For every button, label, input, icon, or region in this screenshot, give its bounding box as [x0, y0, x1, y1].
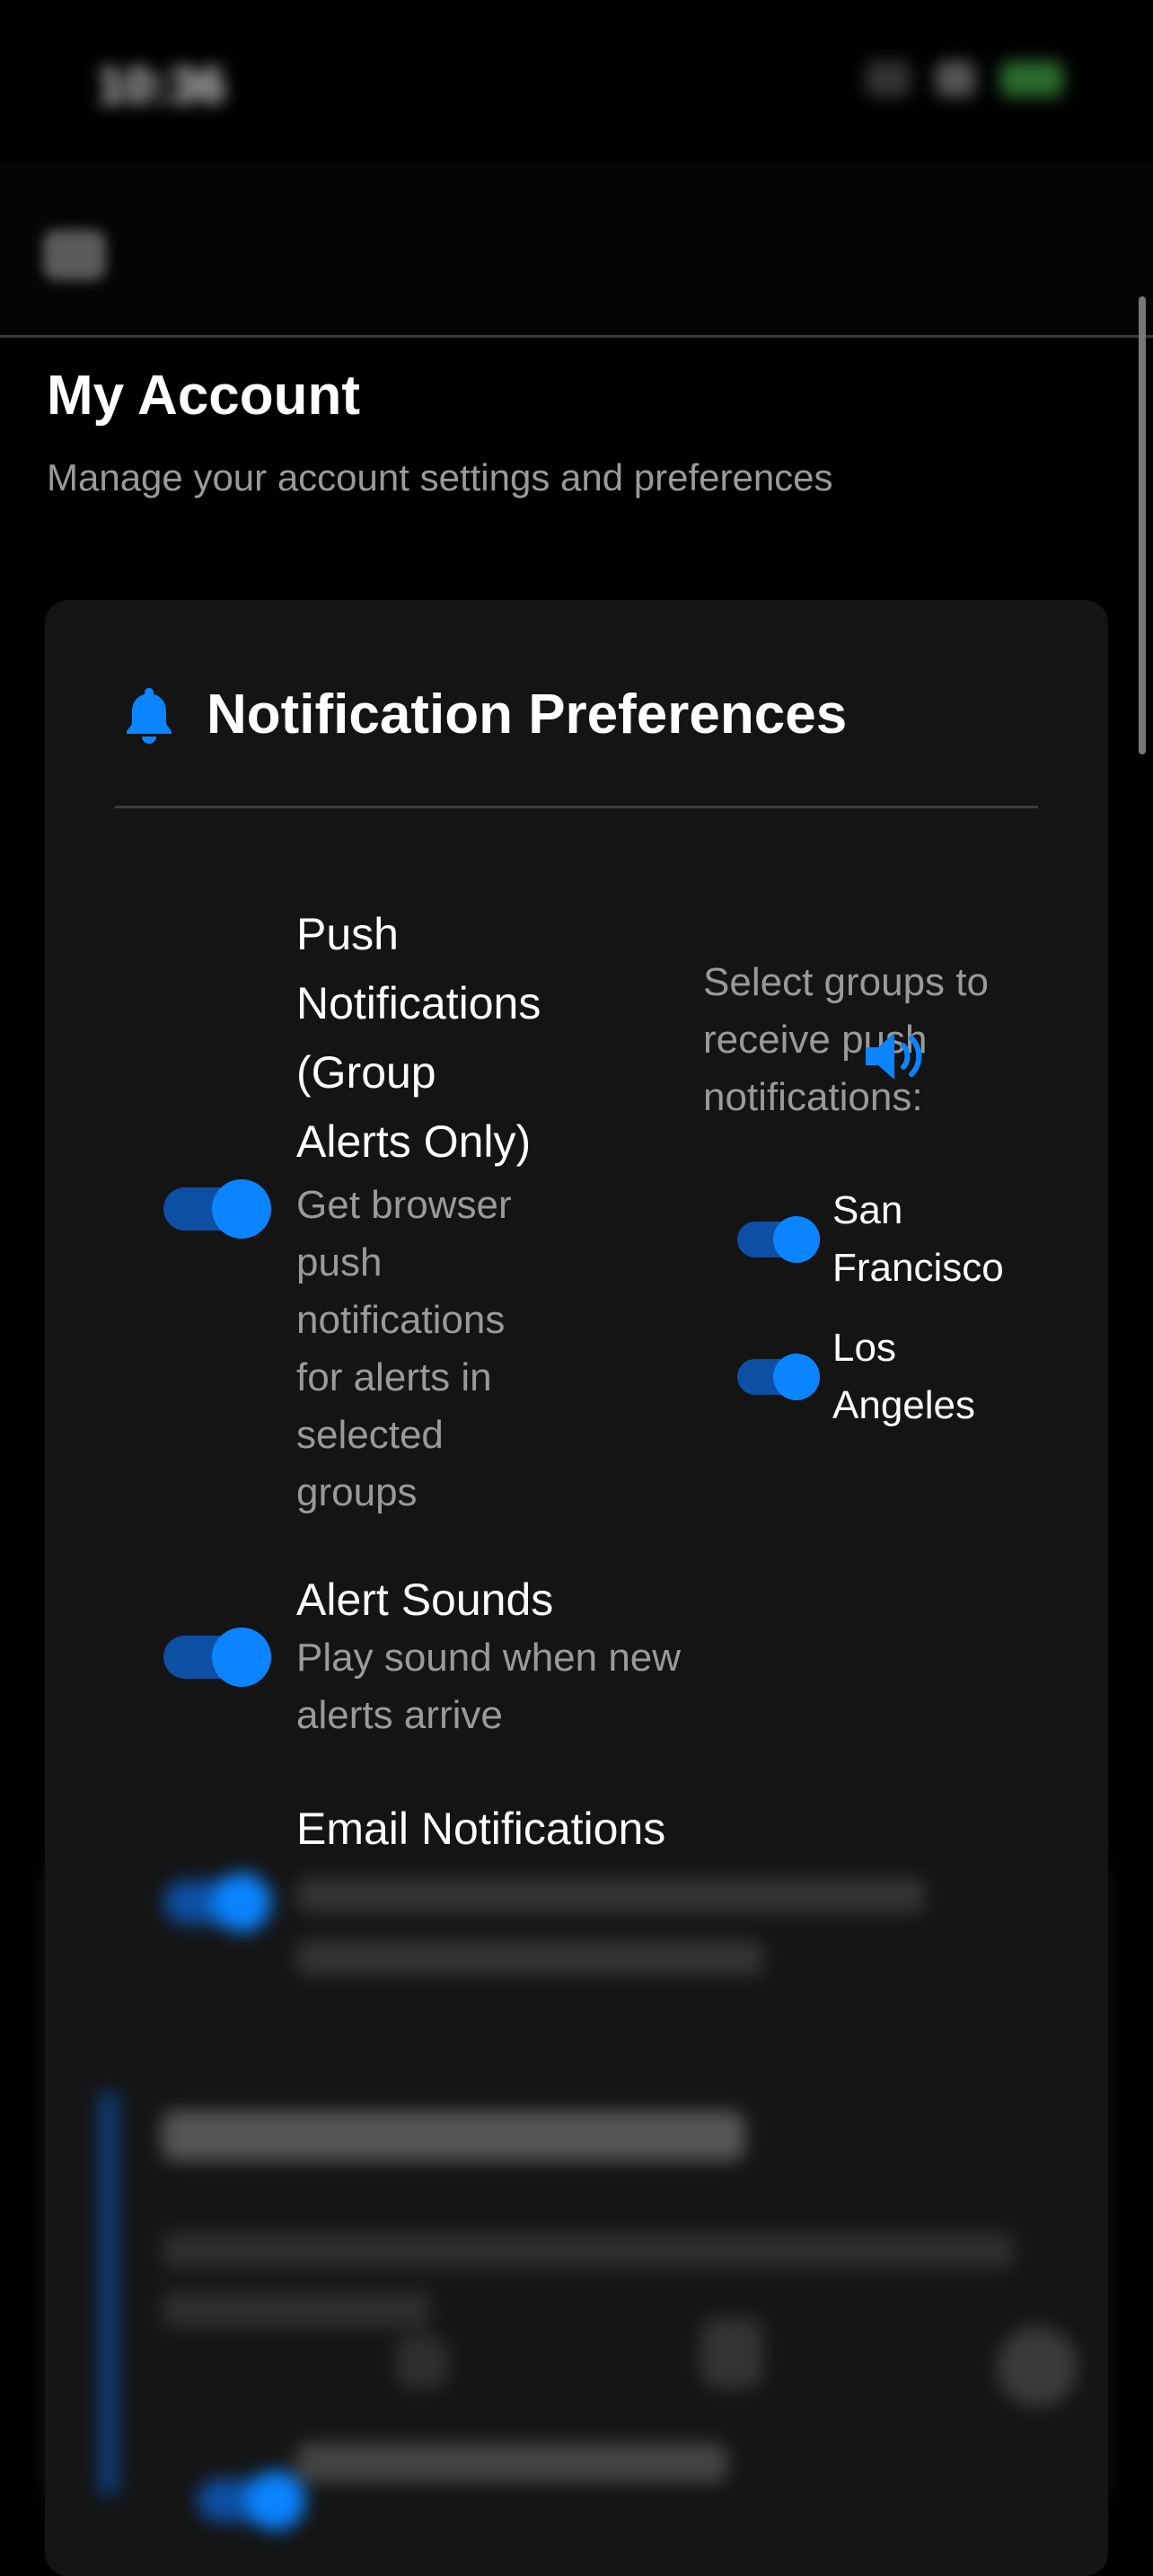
status-icons [866, 61, 1063, 97]
push-notifications-toggle[interactable] [163, 1179, 271, 1239]
blurred-tab-icon[interactable] [395, 2335, 449, 2389]
blurred-text-line [296, 2443, 727, 2483]
toggle-knob [773, 1216, 820, 1263]
status-time: 10:36 [97, 57, 226, 113]
blurred-fab[interactable] [997, 2326, 1078, 2407]
blurred-text-line [162, 2290, 431, 2328]
page-title: My Account [47, 365, 361, 427]
blurred-toggle[interactable] [198, 2471, 305, 2530]
menu-icon[interactable] [43, 230, 106, 280]
alert-sounds-description: Play sound when new alerts arrive [296, 1636, 682, 1737]
battery-icon [1000, 61, 1063, 97]
alert-sounds-toggle[interactable] [163, 1628, 271, 1687]
bell-icon [127, 687, 172, 744]
group-toggle-los-angeles[interactable] [737, 1354, 820, 1400]
blurred-text-line [296, 1877, 925, 1913]
alert-sounds-title: Alert Sounds [296, 1575, 554, 1625]
groups-prompt: Select groups to receive push notificati… [703, 960, 989, 1119]
email-notifications-toggle[interactable] [163, 1873, 271, 1932]
toggle-knob [773, 1354, 820, 1400]
toggle-knob [212, 1179, 271, 1239]
card-title: Notification Preferences [207, 684, 848, 745]
push-notifications-title: Push Notifications (Group Alerts Only) [296, 909, 541, 1167]
blurred-accent-bar [99, 2093, 119, 2495]
push-notifications-description: Get browser push notifications for alert… [296, 1183, 512, 1514]
blurred-text-line [162, 2232, 1015, 2270]
divider [115, 806, 1038, 808]
card-header: Notification Preferences [124, 683, 847, 746]
blurred-tab-icon[interactable] [700, 2317, 763, 2389]
email-notifications-title: Email Notifications [296, 1804, 666, 1854]
nav-bar [0, 162, 1153, 338]
scrollbar[interactable] [1139, 296, 1146, 754]
blurred-content [0, 1868, 1153, 2530]
toggle-knob [212, 1873, 271, 1932]
group-label-los-angeles: Los Angeles [832, 1326, 976, 1427]
group-toggle-san-francisco[interactable] [737, 1216, 820, 1263]
wifi-icon [936, 61, 975, 97]
group-label-san-francisco: San Francisco [832, 1188, 1004, 1290]
toggle-knob [212, 1628, 271, 1687]
page-subtitle: Manage your account settings and prefere… [47, 456, 833, 498]
signal-icon [866, 61, 911, 97]
blurred-text-line [296, 1940, 763, 1976]
status-bar: 10:36 [0, 0, 1153, 162]
toggle-knob [246, 2471, 305, 2530]
blurred-heading [162, 2111, 745, 2161]
speaker-icon[interactable] [862, 1028, 925, 1085]
blurred-card [45, 1868, 1108, 2530]
